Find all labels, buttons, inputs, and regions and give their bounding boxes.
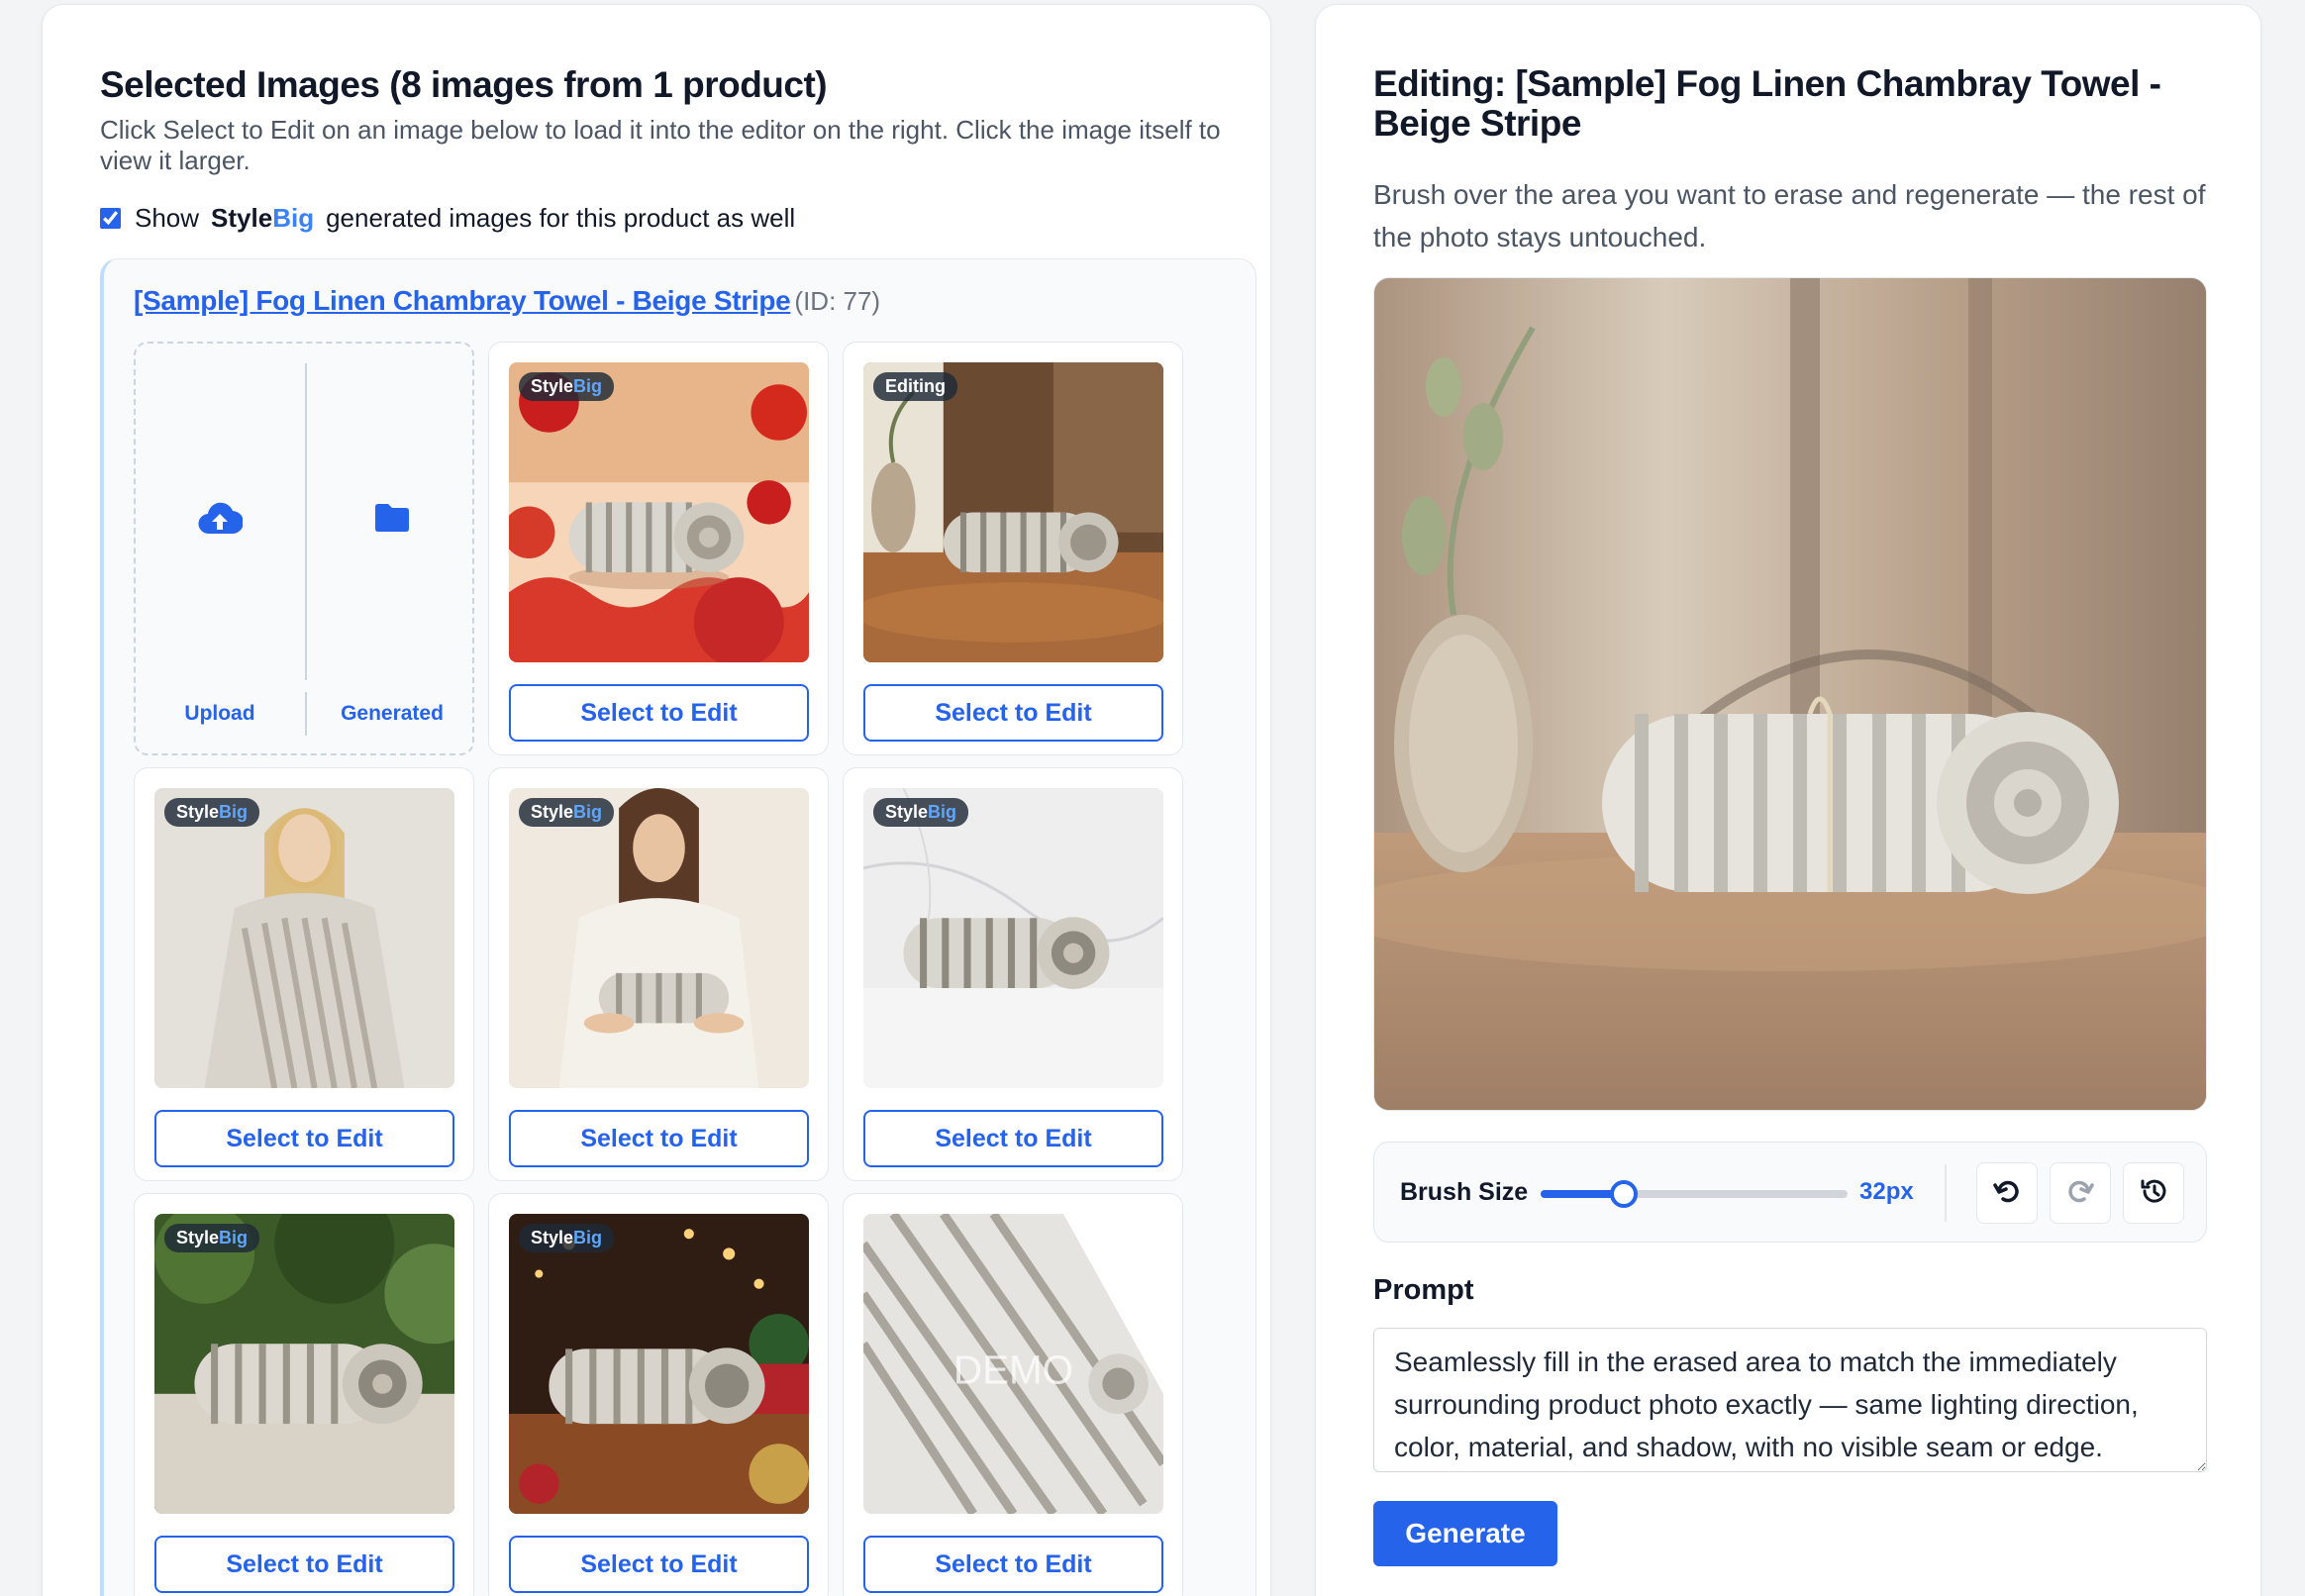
select-to-edit-button[interactable]: Select to Edit bbox=[154, 1536, 454, 1593]
editor-title: Editing: [Sample] Fog Linen Chambray Tow… bbox=[1373, 63, 2161, 144]
image-card: DEMO Select to Edit bbox=[843, 1193, 1183, 1596]
stylebig-badge: StyleBig bbox=[164, 1224, 260, 1252]
history-icon bbox=[2139, 1176, 2168, 1211]
select-to-edit-button[interactable]: Select to Edit bbox=[509, 1110, 809, 1167]
undo-icon bbox=[1993, 1179, 2021, 1208]
editing-badge: Editing bbox=[873, 372, 957, 401]
image-thumbnail[interactable]: StyleBig bbox=[154, 1214, 454, 1514]
show-generated-checkbox[interactable] bbox=[100, 208, 121, 229]
redo-button[interactable] bbox=[2050, 1162, 2111, 1224]
stylebig-badge: StyleBig bbox=[164, 798, 260, 827]
upload-divider-lower bbox=[305, 692, 307, 736]
image-card: StyleBig Select to Edit bbox=[134, 1193, 474, 1596]
show-generated-toggle[interactable]: Show StyleBig generated images for this … bbox=[100, 203, 795, 234]
product-link[interactable]: [Sample] Fog Linen Chambray Towel - Beig… bbox=[134, 285, 791, 317]
generate-button[interactable]: Generate bbox=[1373, 1501, 1557, 1566]
brush-size-slider[interactable] bbox=[1541, 1180, 1848, 1208]
brand-big-text: Big bbox=[272, 203, 315, 233]
prompt-textarea[interactable]: Seamlessly fill in the erased area to ma… bbox=[1373, 1328, 2207, 1472]
stylebig-badge: StyleBig bbox=[519, 1224, 615, 1252]
stylebig-brand: StyleBig bbox=[211, 203, 314, 234]
editor-panel: Editing: [Sample] Fog Linen Chambray Tow… bbox=[1315, 4, 2261, 1596]
image-card: StyleBig Select to Edit bbox=[488, 1193, 829, 1596]
upload-divider bbox=[305, 363, 307, 680]
select-to-edit-button[interactable]: Select to Edit bbox=[863, 1536, 1163, 1593]
show-suffix: generated images for this product as wel… bbox=[326, 203, 796, 233]
brush-size-value: 32px bbox=[1859, 1178, 1914, 1205]
brand-style-text: Style bbox=[211, 203, 273, 233]
image-thumbnail[interactable]: Editing bbox=[863, 362, 1163, 662]
image-card: StyleBig Select to Edit bbox=[134, 767, 474, 1181]
slider-thumb[interactable] bbox=[1609, 1180, 1638, 1208]
stylebig-badge: StyleBig bbox=[873, 798, 969, 827]
redo-icon bbox=[2066, 1179, 2094, 1208]
upload-button[interactable]: Upload bbox=[136, 344, 304, 753]
image-card: StyleBig Select to Edit bbox=[488, 767, 829, 1181]
generated-button[interactable]: Generated bbox=[308, 344, 476, 753]
image-thumbnail[interactable]: StyleBig bbox=[509, 362, 809, 662]
editor-description: Brush over the area you want to erase an… bbox=[1373, 179, 2206, 252]
select-to-edit-button[interactable]: Select to Edit bbox=[509, 684, 809, 742]
product-group: [Sample] Fog Linen Chambray Towel - Beig… bbox=[100, 258, 1256, 1596]
product-header: [Sample] Fog Linen Chambray Towel - Beig… bbox=[134, 285, 880, 317]
toolbar-divider bbox=[1945, 1164, 1947, 1222]
generated-label: Generated bbox=[341, 702, 444, 725]
folder-icon bbox=[373, 502, 411, 539]
product-id: (ID: 77) bbox=[794, 286, 881, 316]
select-to-edit-button[interactable]: Select to Edit bbox=[863, 684, 1163, 742]
image-thumbnail[interactable]: StyleBig bbox=[154, 788, 454, 1088]
image-card: StyleBig Select to Edit bbox=[843, 767, 1183, 1181]
brush-size-label: Brush Size bbox=[1400, 1178, 1529, 1206]
select-to-edit-button[interactable]: Select to Edit bbox=[863, 1110, 1163, 1167]
select-to-edit-button[interactable]: Select to Edit bbox=[509, 1536, 809, 1593]
undo-button[interactable] bbox=[1976, 1162, 2038, 1224]
show-prefix: Show bbox=[135, 203, 200, 233]
brush-toolbar: Brush Size 32px bbox=[1373, 1142, 2207, 1243]
image-card: StyleBig Select to Edit bbox=[488, 342, 829, 755]
selected-images-panel: Selected Images (8 images from 1 product… bbox=[42, 4, 1271, 1596]
history-button[interactable] bbox=[2123, 1162, 2184, 1224]
prompt-label: Prompt bbox=[1373, 1274, 1474, 1306]
upload-card: Upload Generated bbox=[134, 342, 474, 755]
image-thumbnail[interactable]: StyleBig bbox=[509, 1214, 809, 1514]
stylebig-badge: StyleBig bbox=[519, 798, 615, 827]
stylebig-badge: StyleBig bbox=[519, 372, 615, 401]
image-thumbnail[interactable]: DEMO bbox=[863, 1214, 1163, 1514]
demo-watermark: DEMO bbox=[953, 1347, 1073, 1393]
upload-label: Upload bbox=[184, 702, 255, 725]
panel-description: Click Select to Edit on an image below t… bbox=[100, 115, 1221, 175]
cloud-upload-icon bbox=[197, 502, 245, 541]
select-to-edit-button[interactable]: Select to Edit bbox=[154, 1110, 454, 1167]
image-thumbnail[interactable]: StyleBig bbox=[509, 788, 809, 1088]
editor-canvas[interactable] bbox=[1373, 277, 2207, 1111]
image-thumbnail[interactable]: StyleBig bbox=[863, 788, 1163, 1088]
panel-title: Selected Images (8 images from 1 product… bbox=[100, 64, 828, 105]
image-card: Editing Select to Edit bbox=[843, 342, 1183, 755]
